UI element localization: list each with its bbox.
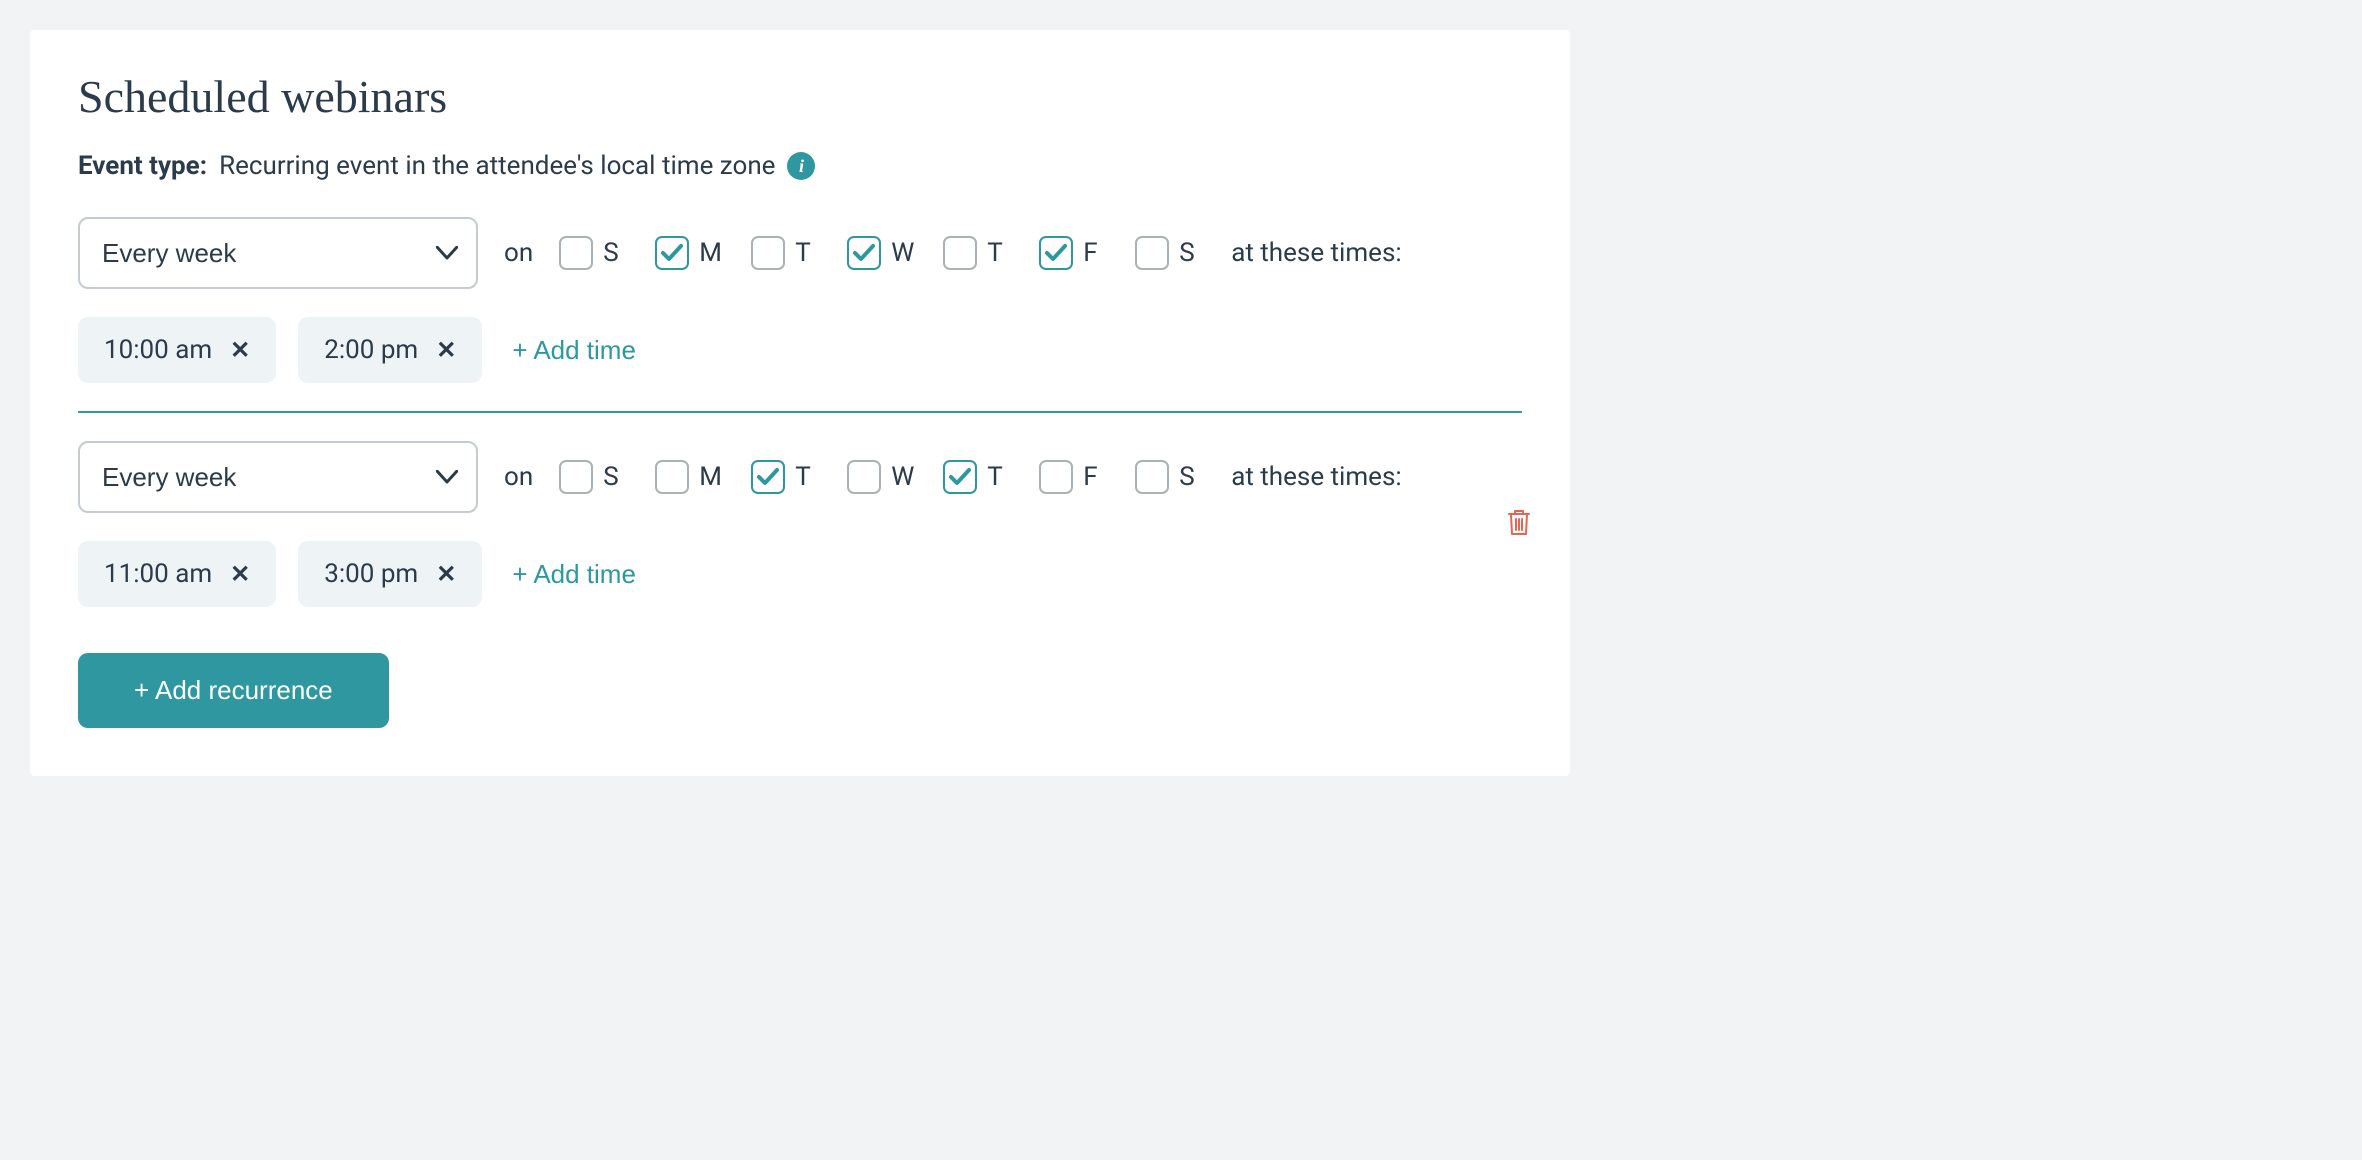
day-checkbox-sun[interactable] [559,460,593,494]
day-checkbox-thu[interactable] [943,236,977,270]
day-checkbox-mon[interactable] [655,460,689,494]
time-pill[interactable]: 2:00 pm ✕ [298,317,482,383]
times-row: 11:00 am ✕ 3:00 pm ✕ + Add time [78,541,1462,607]
add-recurrence-button[interactable]: + Add recurrence [78,653,389,728]
remove-time-icon[interactable]: ✕ [436,562,456,586]
day-label: W [891,238,917,268]
divider [78,411,1522,413]
day-label: T [987,462,1013,492]
day-thu: T [943,460,1013,494]
time-pill[interactable]: 3:00 pm ✕ [298,541,482,607]
at-times-label: at these times: [1231,238,1402,268]
day-checkbox-thu[interactable] [943,460,977,494]
day-checkbox-sun[interactable] [559,236,593,270]
day-sun: S [559,236,629,270]
day-checkbox-wed[interactable] [847,236,881,270]
day-label: S [1179,238,1205,268]
day-label: W [891,462,917,492]
day-checkbox-fri[interactable] [1039,236,1073,270]
day-tue: T [751,460,821,494]
add-time-button[interactable]: + Add time [504,559,644,590]
day-wed: W [847,236,917,270]
day-label: T [987,238,1013,268]
day-checkbox-wed[interactable] [847,460,881,494]
remove-time-icon[interactable]: ✕ [230,338,250,362]
frequency-select[interactable]: Every week [78,217,478,289]
recurrence-block: Every week on S M T W [78,217,1522,383]
time-pill[interactable]: 11:00 am ✕ [78,541,276,607]
day-mon: M [655,460,725,494]
day-thu: T [943,236,1013,270]
day-label: M [699,238,725,268]
day-wed: W [847,460,917,494]
day-checkbox-sat[interactable] [1135,460,1169,494]
time-value: 2:00 pm [324,335,418,365]
time-pill[interactable]: 10:00 am ✕ [78,317,276,383]
times-row: 10:00 am ✕ 2:00 pm ✕ + Add time [78,317,1462,383]
frequency-select-wrapper: Every week [78,441,478,513]
day-label: T [795,462,821,492]
event-type-label: Event type: [78,151,207,181]
time-value: 3:00 pm [324,559,418,589]
day-checkbox-tue[interactable] [751,236,785,270]
time-value: 10:00 am [104,335,212,365]
remove-time-icon[interactable]: ✕ [436,338,456,362]
day-label: F [1083,238,1109,268]
info-icon[interactable]: i [787,152,815,180]
day-checkbox-sat[interactable] [1135,236,1169,270]
scheduled-webinars-panel: Scheduled webinars Event type: Recurring… [30,30,1570,776]
page-title: Scheduled webinars [78,70,1522,123]
recurrence-row: Every week on S M T W [78,217,1462,289]
on-label: on [504,238,533,268]
at-times-label: at these times: [1231,462,1402,492]
day-sun: S [559,460,629,494]
day-label: S [603,238,629,268]
frequency-select-wrapper: Every week [78,217,478,289]
day-label: S [1179,462,1205,492]
day-sat: S [1135,236,1205,270]
recurrence-block: Every week on S M T W [78,441,1522,607]
day-checkbox-tue[interactable] [751,460,785,494]
day-sat: S [1135,460,1205,494]
day-label: M [699,462,725,492]
day-fri: F [1039,460,1109,494]
day-mon: M [655,236,725,270]
day-label: S [603,462,629,492]
trash-icon[interactable] [1506,507,1532,541]
time-value: 11:00 am [104,559,212,589]
day-checkbox-fri[interactable] [1039,460,1073,494]
recurrence-row: Every week on S M T W [78,441,1462,513]
day-tue: T [751,236,821,270]
add-time-button[interactable]: + Add time [504,335,644,366]
event-type-value: Recurring event in the attendee's local … [219,151,775,181]
remove-time-icon[interactable]: ✕ [230,562,250,586]
frequency-select[interactable]: Every week [78,441,478,513]
day-label: T [795,238,821,268]
day-fri: F [1039,236,1109,270]
day-checkbox-mon[interactable] [655,236,689,270]
on-label: on [504,462,533,492]
event-type-row: Event type: Recurring event in the atten… [78,151,1522,181]
day-label: F [1083,462,1109,492]
